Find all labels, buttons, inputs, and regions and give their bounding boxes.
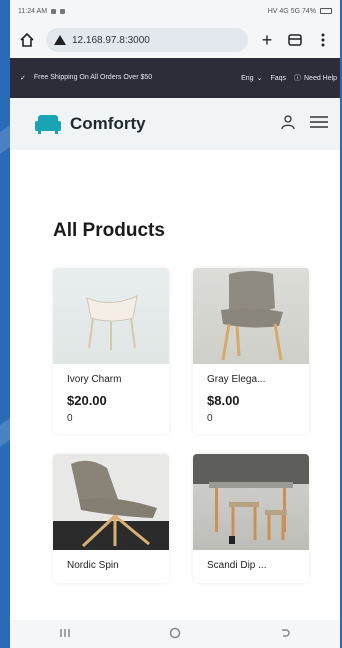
battery-icon (320, 8, 332, 14)
url-text: 12.168.97.8:3000 (72, 34, 150, 46)
phone-screen: 11:24 AM HV 4G 5G 74% 12.168.97.8:3000 +… (10, 0, 340, 648)
product-card[interactable]: Gray Elega... $8.00 0 (193, 268, 309, 434)
product-name: Gray Elega... (207, 374, 266, 385)
status-bar: 11:24 AM HV 4G 5G 74% (10, 0, 340, 22)
help-label: Need Help (304, 74, 338, 82)
brand-logo[interactable]: Comforty (34, 113, 146, 135)
product-price: $20.00 (67, 393, 107, 408)
language-label: Eng (241, 74, 254, 82)
main-content: All Products Ivory Charm $20.00 0 Gray E… (10, 220, 340, 583)
product-image (53, 454, 169, 550)
new-tab-icon[interactable]: + (258, 30, 276, 50)
system-nav-bar (10, 620, 340, 648)
info-icon: ⓘ (294, 75, 301, 82)
status-indicators: HV 4G 5G 74% (267, 7, 316, 15)
status-time: 11:24 AM (18, 7, 48, 15)
product-name: Ivory Charm (67, 374, 122, 385)
home-button-icon[interactable] (169, 627, 181, 642)
product-grid: Ivory Charm $20.00 0 Gray Elega... $8.00… (53, 268, 340, 583)
product-name: Scandi Dip ... (207, 560, 267, 571)
brand-name: Comforty (70, 114, 146, 133)
product-card[interactable]: Ivory Charm $20.00 0 (53, 268, 169, 434)
product-count: 0 (207, 413, 213, 424)
site-header: Comforty (10, 98, 340, 150)
product-price: $8.00 (207, 393, 240, 408)
recent-apps-icon[interactable] (59, 627, 71, 642)
chevron-down-icon: ⌄ (256, 75, 263, 82)
product-count: 0 (67, 413, 73, 424)
notification-icon (51, 8, 57, 14)
tabs-icon[interactable] (286, 31, 304, 49)
product-image (193, 454, 309, 550)
faqs-link[interactable]: Faqs (270, 75, 286, 82)
browser-toolbar: 12.168.97.8:3000 + (10, 22, 340, 58)
sofa-icon (35, 115, 61, 134)
warning-icon (54, 35, 66, 45)
notification-icon (60, 8, 66, 14)
help-link[interactable]: ⓘ Need Help (294, 73, 338, 83)
hamburger-menu-icon[interactable] (310, 115, 328, 134)
product-card[interactable]: Scandi Dip ... (193, 454, 309, 583)
user-icon[interactable] (280, 114, 296, 135)
product-image (193, 268, 309, 364)
language-select[interactable]: Eng ⌄ (241, 74, 263, 83)
page-title: All Products (53, 220, 165, 241)
product-card[interactable]: Nordic Spin (53, 454, 169, 583)
product-name: Nordic Spin (67, 560, 119, 571)
product-image (53, 268, 169, 364)
back-icon[interactable] (279, 627, 291, 642)
home-icon[interactable] (18, 31, 36, 49)
address-bar[interactable]: 12.168.97.8:3000 (46, 28, 248, 52)
menu-dots-icon[interactable] (314, 31, 332, 49)
check-icon: ✓ (20, 75, 26, 82)
shipping-promo: Free Shipping On All Orders Over $50 (33, 73, 153, 81)
promo-bar: ✓ Free Shipping On All Orders Over $50 E… (10, 58, 340, 98)
